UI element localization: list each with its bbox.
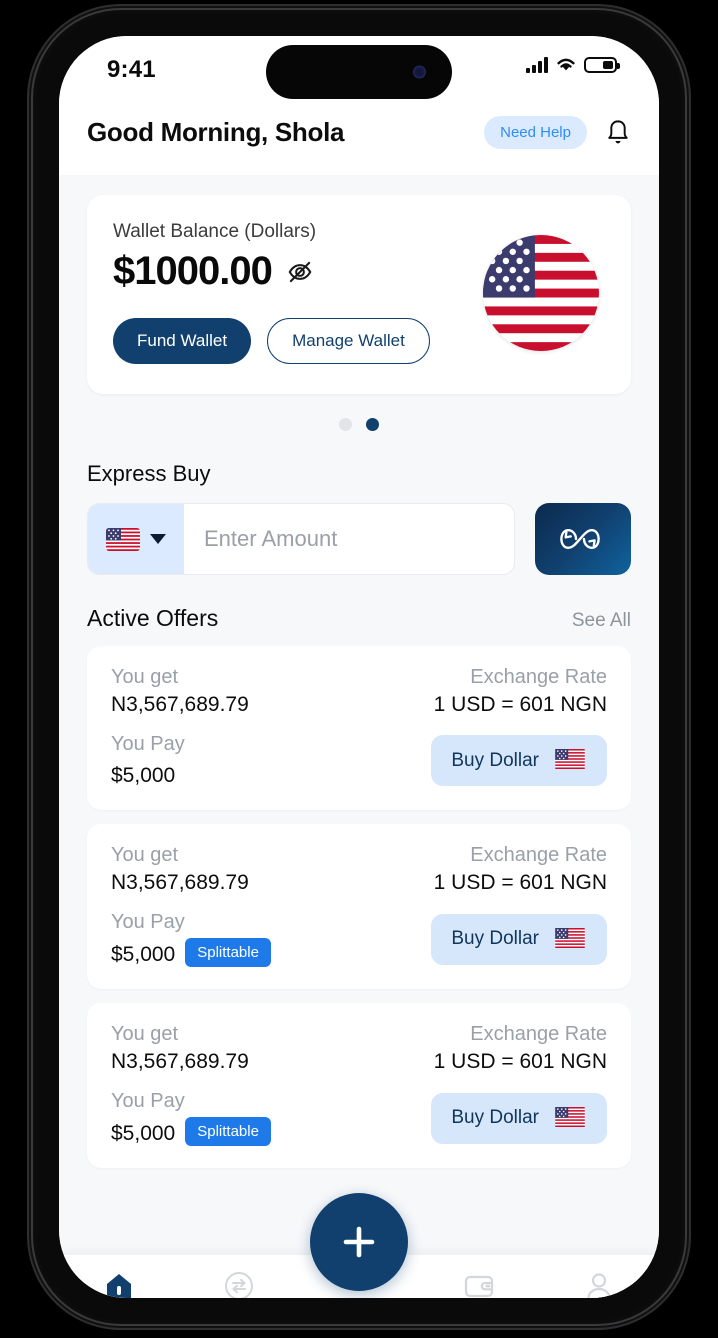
offer-you-get: You get N3,567,689.79	[111, 1023, 249, 1074]
express-buy-field	[87, 503, 515, 575]
cellular-signal-icon	[526, 56, 548, 73]
express-buy-title: Express Buy	[87, 461, 211, 486]
manage-wallet-button[interactable]: Manage Wallet	[267, 318, 430, 364]
dynamic-island	[266, 45, 452, 99]
offer-you-get: You get N3,567,689.79	[111, 844, 249, 895]
express-buy-swap-button[interactable]	[535, 503, 631, 575]
buy-dollar-button[interactable]: Buy Dollar	[431, 1092, 607, 1144]
you-get-value: N3,567,689.79	[111, 871, 249, 894]
exchange-circle-icon	[223, 1269, 255, 1298]
offer-top-row: You get N3,567,689.79 Exchange Rate 1 US…	[111, 844, 607, 895]
exchange-rate-label: Exchange Rate	[470, 666, 607, 688]
nav-item-home[interactable]: Home	[59, 1269, 179, 1298]
buy-dollar-label: Buy Dollar	[451, 928, 539, 949]
offer-card[interactable]: You get N3,567,689.79 Exchange Rate 1 US…	[87, 824, 631, 989]
app-header: Good Morning, Shola Need Help	[59, 106, 659, 175]
usa-flag-icon	[106, 527, 140, 551]
offer-top-row: You get N3,567,689.79 Exchange Rate 1 US…	[111, 1023, 607, 1074]
carousel-dot-1[interactable]	[339, 418, 352, 431]
battery-icon	[584, 56, 620, 73]
offer-you-pay: You Pay $5,000 Splittable	[111, 911, 271, 967]
you-pay-row: $5,000 Splittable	[111, 1117, 271, 1146]
buy-dollar-label: Buy Dollar	[451, 749, 539, 771]
buy-dollar-button[interactable]: Buy Dollar	[431, 913, 607, 965]
header-actions: Need Help	[484, 116, 631, 149]
offer-exchange-rate: Exchange Rate 1 USD = 601 NGN	[434, 1023, 607, 1074]
offer-you-pay: You Pay $5,000 Splittable	[111, 1090, 271, 1146]
splittable-badge: Splittable	[185, 1117, 271, 1146]
fund-wallet-button[interactable]: Fund Wallet	[113, 318, 252, 364]
active-offers-header: Active Offers See All	[87, 605, 631, 632]
you-get-label: You get	[111, 844, 179, 866]
you-pay-value: $5,000	[111, 942, 176, 966]
offer-exchange-rate: Exchange Rate 1 USD = 601 NGN	[434, 666, 607, 717]
you-pay-label: You Pay	[111, 1090, 185, 1112]
buy-dollar-button[interactable]: Buy Dollar	[431, 735, 607, 786]
offer-bottom-row: You Pay $5,000 Buy Dollar	[111, 733, 607, 788]
offer-you-get: You get N3,567,689.79	[111, 666, 249, 717]
offer-bottom-row: You Pay $5,000 Splittable Buy Dollar	[111, 1090, 607, 1146]
exchange-rate-value: 1 USD = 601 NGN	[433, 693, 607, 716]
wallet-icon	[463, 1269, 495, 1298]
usa-flag-icon	[553, 749, 587, 772]
exchange-rate-label: Exchange Rate	[470, 844, 607, 866]
usa-flag-circle-icon	[483, 235, 599, 351]
wallet-balance-amount: $1000.00	[113, 249, 273, 293]
bell-icon[interactable]	[605, 119, 631, 147]
eye-off-icon[interactable]	[286, 258, 314, 286]
nav-item-wallet[interactable]: Wallet	[419, 1269, 539, 1298]
carousel-dots	[59, 418, 659, 431]
offer-exchange-rate: Exchange Rate 1 USD = 601 NGN	[434, 844, 607, 895]
nav-item-marketplace[interactable]: Marketplace	[179, 1269, 299, 1298]
you-pay-row: $5,000	[111, 760, 185, 788]
offer-bottom-row: You Pay $5,000 Splittable Buy Dollar	[111, 911, 607, 967]
you-get-label: You get	[111, 1023, 179, 1045]
plus-icon	[343, 1226, 375, 1258]
status-time: 9:41	[107, 56, 156, 83]
usa-flag-icon	[553, 927, 587, 951]
you-pay-row: $5,000 Splittable	[111, 938, 271, 967]
offer-you-pay: You Pay $5,000	[111, 733, 185, 788]
exchange-rate-label: Exchange Rate	[470, 1023, 607, 1045]
usa-flag-icon	[553, 1106, 587, 1130]
offer-card[interactable]: You get N3,567,689.79 Exchange Rate 1 US…	[87, 1003, 631, 1168]
screen-body: Wallet Balance (Dollars) $1000.00 Fund W…	[59, 175, 659, 1298]
you-pay-value: $5,000	[111, 1121, 176, 1145]
add-button[interactable]	[310, 1193, 408, 1291]
express-buy-row	[87, 503, 631, 575]
active-offers-title: Active Offers	[87, 605, 219, 631]
wallet-balance-card: Wallet Balance (Dollars) $1000.00 Fund W…	[87, 195, 631, 394]
splittable-badge: Splittable	[185, 938, 271, 967]
exchange-rate-value: 1 USD = 601 NGN	[433, 1050, 607, 1073]
page-title: Good Morning, Shola	[87, 117, 345, 147]
offer-card[interactable]: You get N3,567,689.79 Exchange Rate 1 US…	[87, 646, 631, 810]
offer-top-row: You get N3,567,689.79 Exchange Rate 1 US…	[111, 666, 607, 717]
front-camera-icon	[413, 65, 426, 79]
you-pay-label: You Pay	[111, 911, 185, 933]
you-get-value: N3,567,689.79	[111, 1050, 249, 1073]
nav-item-account[interactable]: Account	[539, 1269, 659, 1298]
chevron-down-icon	[150, 534, 166, 544]
status-bar: 9:41	[59, 36, 659, 106]
see-all-link[interactable]: See All	[572, 610, 631, 632]
wifi-icon	[557, 58, 575, 71]
amount-input[interactable]	[184, 504, 514, 574]
currency-select[interactable]	[88, 504, 184, 574]
exchange-rate-value: 1 USD = 601 NGN	[433, 871, 607, 894]
need-help-button[interactable]: Need Help	[484, 116, 587, 149]
home-icon	[104, 1269, 134, 1298]
infinity-swap-icon	[560, 528, 600, 550]
status-icons	[526, 56, 620, 73]
you-get-label: You get	[111, 666, 179, 688]
carousel-dot-2[interactable]	[366, 418, 379, 431]
you-get-value: N3,567,689.79	[111, 693, 249, 716]
you-pay-value: $5,000	[111, 764, 176, 787]
you-pay-label: You Pay	[111, 733, 185, 755]
phone-screen: 9:41 Good Morning, Shola Need Help Walle…	[59, 36, 659, 1298]
buy-dollar-label: Buy Dollar	[451, 1107, 539, 1128]
person-icon	[584, 1269, 614, 1298]
